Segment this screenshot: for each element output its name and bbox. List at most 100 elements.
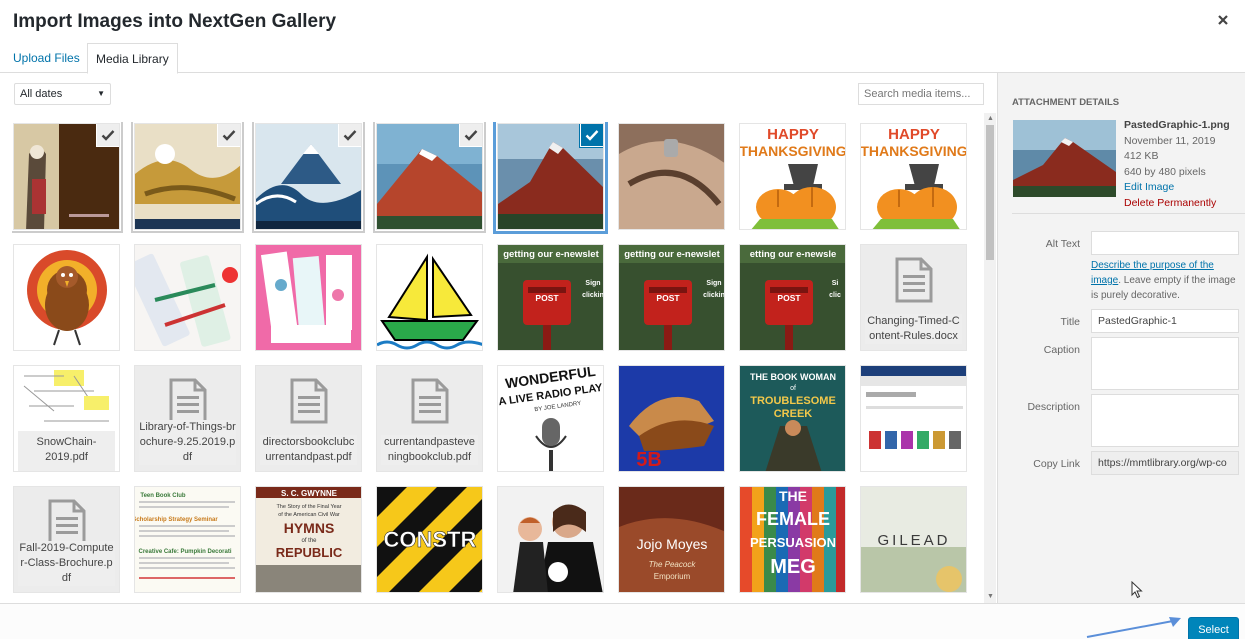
details-heading: ATTACHMENT DETAILS bbox=[1012, 97, 1120, 108]
date-filter-select[interactable]: All dates ▼ bbox=[14, 83, 111, 105]
copy-link-field[interactable]: https://mmtlibrary.org/wp-co bbox=[1091, 451, 1239, 475]
thumb-text: POST bbox=[656, 293, 680, 303]
check-icon[interactable] bbox=[339, 124, 361, 146]
details-dimensions: 640 by 480 pixels bbox=[1124, 165, 1206, 178]
thumb-text: Si bbox=[832, 280, 839, 287]
thumb-text: PERSUASION bbox=[750, 535, 836, 550]
thumb-text: GILEAD bbox=[877, 532, 950, 549]
media-filename: currentandpasteveningbookclub.pdf bbox=[381, 435, 478, 465]
media-toolbar: All dates ▼ bbox=[0, 73, 997, 113]
media-item-image[interactable] bbox=[13, 244, 120, 351]
media-item-document[interactable]: SnowChain-2019.pdf bbox=[13, 365, 120, 472]
alt-text-field[interactable] bbox=[1091, 231, 1239, 255]
thumb-text: Sign bbox=[706, 280, 721, 287]
description-label: Description bbox=[1027, 401, 1080, 413]
scroll-up-icon[interactable]: ▲ bbox=[987, 115, 994, 122]
thumb-text: CREEK bbox=[774, 408, 813, 420]
check-icon[interactable] bbox=[460, 124, 482, 146]
document-icon bbox=[290, 378, 328, 429]
thumb-text: Scholarship Strategy Seminar bbox=[135, 517, 218, 523]
thumb-text: getting our e-newslet bbox=[503, 249, 599, 260]
details-size: 412 KB bbox=[1124, 150, 1159, 162]
media-item-image[interactable]: CONSTR bbox=[376, 486, 483, 593]
media-item-image[interactable] bbox=[13, 123, 120, 230]
media-item-image[interactable] bbox=[255, 123, 362, 230]
media-item-image[interactable]: HAPPY THANKSGIVING bbox=[739, 123, 846, 230]
media-item-image[interactable]: THE FEMALE PERSUASION MEG bbox=[739, 486, 846, 593]
delete-permanently-link[interactable]: Delete Permanently bbox=[1124, 196, 1230, 212]
modal-footer: Select bbox=[0, 603, 1245, 639]
media-item-image[interactable] bbox=[376, 244, 483, 351]
check-icon[interactable] bbox=[97, 124, 119, 146]
media-item-image[interactable] bbox=[255, 244, 362, 351]
thumb-text: clickin bbox=[703, 292, 725, 299]
media-item-image[interactable]: WONDERFUL A LIVE RADIO PLAY BY JOE LANDRY bbox=[497, 365, 604, 472]
media-item-document[interactable]: Library-of-Things-brochure-9.25.2019.pdf bbox=[134, 365, 241, 472]
annotation-arrow-icon bbox=[1085, 615, 1185, 639]
document-icon bbox=[411, 378, 449, 429]
media-item-image[interactable] bbox=[376, 123, 483, 230]
check-icon[interactable] bbox=[581, 124, 603, 146]
media-item-image[interactable]: etting our e-newsle POST Si clic bbox=[739, 244, 846, 351]
scroll-down-icon[interactable]: ▼ bbox=[987, 593, 994, 600]
tab-media-library[interactable]: Media Library bbox=[87, 43, 178, 74]
thumb-text: HYMNS bbox=[284, 520, 335, 536]
media-item-document[interactable]: directorsbookclubcurrentandpast.pdf bbox=[255, 365, 362, 472]
thumb-text: POST bbox=[535, 293, 559, 303]
caption-field[interactable] bbox=[1091, 337, 1239, 390]
grid-scrollbar[interactable]: ▲ ▼ bbox=[984, 113, 996, 603]
thumb-text: HAPPY bbox=[888, 126, 940, 143]
scrollbar-thumb[interactable] bbox=[986, 125, 994, 260]
media-item-image[interactable]: GILEAD bbox=[860, 486, 967, 593]
media-item-image[interactable]: S. C. GWYNNE The Story of the Final Year o… bbox=[255, 486, 362, 593]
media-item-image[interactable] bbox=[497, 486, 604, 593]
tab-upload-files[interactable]: Upload Files bbox=[5, 43, 88, 74]
media-filename: SnowChain-2019.pdf bbox=[18, 431, 115, 471]
media-item-document[interactable]: Changing-Timed-Content-Rules.docx bbox=[860, 244, 967, 351]
media-item-image[interactable] bbox=[618, 123, 725, 230]
check-icon[interactable] bbox=[218, 124, 240, 146]
thumb-text: The Story of the Final Year bbox=[276, 504, 341, 510]
document-icon bbox=[895, 257, 933, 308]
media-item-image[interactable]: Teen Book Club Scholarship Strategy Semin… bbox=[134, 486, 241, 593]
details-thumbnail bbox=[1013, 120, 1116, 197]
thumb-text: Teen Book Club bbox=[140, 493, 186, 499]
thumb-text: POST bbox=[777, 293, 801, 303]
description-field[interactable] bbox=[1091, 394, 1239, 447]
media-item-image[interactable]: Jojo Moyes The Peacock Emporium bbox=[618, 486, 725, 593]
thumb-text: TROUBLESOME bbox=[750, 395, 836, 407]
thumb-text: FEMALE bbox=[756, 509, 830, 529]
media-item-image[interactable]: getting our e-newslet POST Sign clickin bbox=[618, 244, 725, 351]
media-item-image[interactable] bbox=[134, 123, 241, 230]
details-divider bbox=[1012, 213, 1245, 214]
media-item-image[interactable] bbox=[134, 244, 241, 351]
select-button[interactable]: Select bbox=[1188, 617, 1239, 639]
thumb-text: 5B bbox=[636, 449, 662, 471]
media-item-image[interactable] bbox=[860, 365, 967, 472]
attachment-details-panel: ATTACHMENT DETAILS PastedGraphic-1.png N… bbox=[997, 73, 1245, 603]
media-grid: HAPPY THANKSGIVING HAPPY THANKSGIVING gettin… bbox=[12, 122, 982, 600]
mouse-cursor-icon bbox=[1131, 580, 1143, 604]
media-item-image[interactable] bbox=[497, 123, 604, 230]
close-icon[interactable] bbox=[1215, 12, 1231, 28]
media-item-image[interactable]: 5B bbox=[618, 365, 725, 472]
title-field[interactable]: PastedGraphic-1 bbox=[1091, 309, 1239, 333]
thumb-text: Emporium bbox=[654, 572, 691, 581]
media-item-image[interactable]: getting our e-newslet POST Sign clickin bbox=[497, 244, 604, 351]
thumb-text: of the bbox=[301, 538, 317, 544]
media-filename: Changing-Timed-Content-Rules.docx bbox=[865, 314, 962, 344]
media-item-image[interactable]: THE BOOK WOMAN of TROUBLESOME CREEK bbox=[739, 365, 846, 472]
details-meta: PastedGraphic-1.png November 11, 2019 41… bbox=[1124, 118, 1230, 211]
media-filename: Fall-2019-Computer-Class-Brochure.pdf bbox=[18, 541, 115, 586]
date-filter-value: All dates bbox=[20, 88, 63, 100]
media-item-document[interactable]: currentandpasteveningbookclub.pdf bbox=[376, 365, 483, 472]
thumb-text: etting our e-newsle bbox=[750, 249, 837, 260]
thumb-text: THE bbox=[779, 488, 807, 504]
thumb-text: THANKSGIVING bbox=[861, 143, 967, 159]
media-item-document[interactable]: Fall-2019-Computer-Class-Brochure.pdf bbox=[13, 486, 120, 593]
copy-link-label: Copy Link bbox=[1033, 458, 1080, 470]
media-item-image[interactable]: HAPPY THANKSGIVING bbox=[860, 123, 967, 230]
modal-title: Import Images into NextGen Gallery bbox=[13, 11, 337, 32]
edit-image-link[interactable]: Edit Image bbox=[1124, 180, 1230, 196]
search-input[interactable] bbox=[858, 83, 984, 105]
